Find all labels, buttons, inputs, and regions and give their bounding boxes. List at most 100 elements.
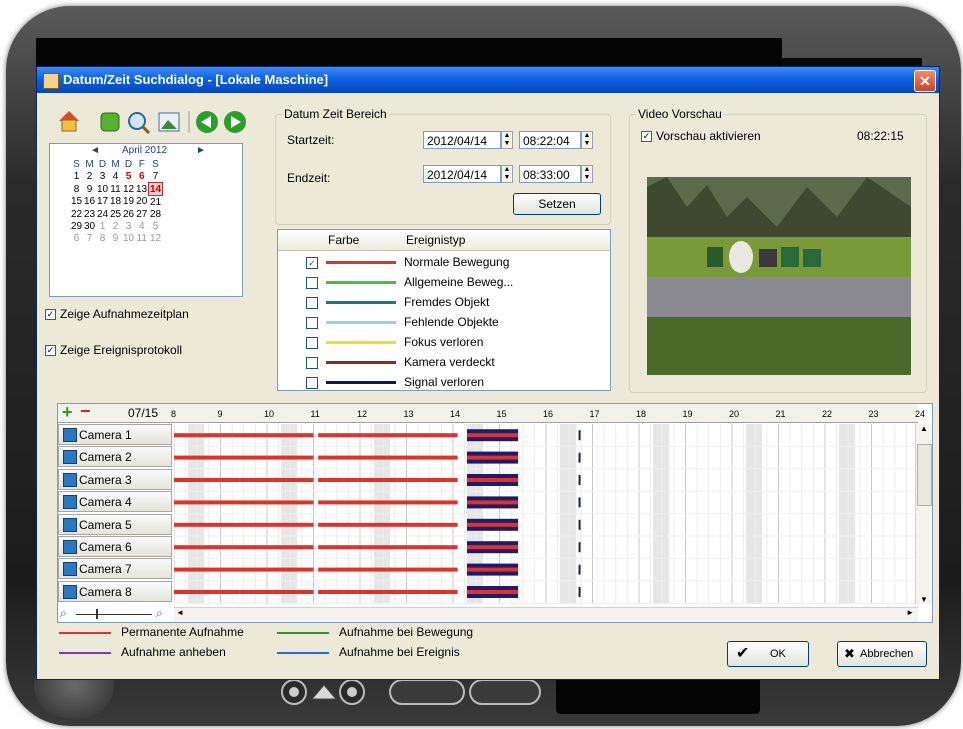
camera-row-label[interactable]: Camera 1 [58,424,172,445]
end-date-spinner[interactable]: ▲ ▼ [501,165,513,183]
calendar-day[interactable]: 2 [83,170,96,183]
calendar-day[interactable]: 24 [96,208,109,220]
calendar-day[interactable]: 15 [70,196,83,209]
calendar-day[interactable]: 17 [96,196,109,209]
calendar-day[interactable]: 18 [109,196,122,209]
calendar-day[interactable]: 21 [149,196,163,209]
calendar-day[interactable]: 11 [135,232,149,244]
set-button[interactable]: Setzen [513,193,601,215]
calendar-day[interactable]: 22 [70,208,83,220]
event-checkbox[interactable]: ✓ [306,257,318,269]
calendar-day[interactable]: 9 [109,232,122,244]
calendar-day[interactable]: 26 [122,208,135,220]
show-eventlog-checkbox[interactable]: ✓ Zeige Ereignisprotokoll [45,343,182,357]
camera-row-label[interactable]: Camera 6 [58,536,172,557]
calendar-day[interactable]: 11 [109,183,122,196]
calendar-day[interactable]: 5 [122,170,135,183]
calendar-day[interactable]: 9 [83,183,96,196]
camera-row-label[interactable]: Camera 2 [58,446,172,468]
calendar-prev-button[interactable]: ◄ [90,145,100,156]
calendar-day[interactable]: 7 [149,170,163,183]
camera-row-label[interactable]: Camera 8 [58,580,172,602]
forward-icon[interactable] [224,111,246,133]
vertical-scroll-thumb[interactable] [917,444,932,506]
zoom-track[interactable] [76,614,152,615]
event-checkbox[interactable] [306,317,318,329]
zoom-thumb[interactable] [96,609,98,619]
calendar-day[interactable]: 12 [149,232,163,244]
calendar-next-button[interactable]: ► [196,145,206,156]
end-time-spinner[interactable]: ▲ ▼ [581,165,593,183]
event-type-row[interactable]: ✓ Normale Bewegung [278,252,610,272]
event-checkbox[interactable] [306,337,318,349]
calendar-day[interactable]: 25 [109,208,122,220]
calendar-day[interactable]: 13 [135,183,149,196]
event-checkbox[interactable] [306,297,318,309]
image-icon[interactable] [158,112,180,132]
calendar-day[interactable]: 6 [70,232,83,244]
calendar-day[interactable]: 12 [122,183,135,196]
start-time-spinner[interactable]: ▲ ▼ [581,131,593,149]
scroll-up-button[interactable]: ▲ [916,424,932,433]
calendar-day[interactable]: 27 [135,208,149,220]
event-checkbox[interactable] [306,377,318,389]
event-type-row[interactable]: Kamera verdeckt [278,352,610,372]
zoom-slider[interactable]: ⌕ ⌕ [60,606,172,622]
calendar-day[interactable]: 7 [83,232,96,244]
start-time-field[interactable]: 08:22:04 [519,131,581,149]
add-camera-button[interactable]: + [62,402,73,423]
calendar-day[interactable]: 20 [135,196,149,209]
calendar-day[interactable]: 1 [96,220,109,232]
camera-row-label[interactable]: Camera 4 [58,491,172,513]
back-icon[interactable] [196,111,218,133]
calendar-day[interactable]: 2 [109,220,122,232]
timeline-horizontal-scrollbar[interactable]: ◄ ► [174,607,918,622]
camera-row-label[interactable]: Camera 3 [58,468,172,490]
calendar-day[interactable]: 10 [96,183,109,196]
calendar-day[interactable]: 6 [135,170,149,183]
calendar-day[interactable]: 19 [122,196,135,209]
calendar-day[interactable]: 4 [109,170,122,183]
calendar-day[interactable]: 10 [122,232,135,244]
zoom-out-icon[interactable]: ⌕ [60,606,67,621]
calendar-day[interactable]: 23 [83,208,96,220]
cancel-button[interactable]: ✖ Abbrechen [837,641,927,667]
calendar-day[interactable]: 14 [148,182,163,196]
ok-button[interactable]: ✔ OK [727,641,809,667]
event-type-row[interactable]: Fehlende Objekte [278,312,610,332]
end-time-field[interactable]: 08:33:00 [519,165,581,183]
puzzle-icon[interactable] [100,112,120,132]
event-type-row[interactable]: Allgemeine Beweg... [278,272,610,292]
event-type-row[interactable]: Fokus verloren [278,332,610,352]
calendar-day[interactable]: 3 [122,220,135,232]
event-checkbox[interactable] [306,277,318,289]
volume-pill-icon[interactable] [389,679,465,705]
event-type-row[interactable]: Fremdes Objekt [278,292,610,312]
scroll-left-button[interactable]: ◄ [176,608,184,617]
calendar-day[interactable]: 4 [135,220,149,232]
search-icon[interactable] [128,112,151,135]
event-checkbox[interactable] [306,357,318,369]
scroll-right-button[interactable]: ► [906,608,914,617]
zoom-pill-icon[interactable] [469,679,541,705]
calendar-day[interactable]: 8 [70,183,83,196]
calendar-day[interactable]: 5 [149,220,163,232]
start-date-field[interactable]: 2012/04/14 [423,131,501,149]
calendar-day[interactable]: 16 [83,196,96,209]
show-schedule-checkbox[interactable]: ✓ Zeige Aufnahmezeitplan [45,307,189,321]
calendar-day[interactable]: 3 [96,170,109,183]
timeline-vertical-scrollbar[interactable]: ▲ ▼ [915,424,932,604]
start-date-spinner[interactable]: ▲ ▼ [501,131,513,149]
calendar-day[interactable]: 30 [83,220,96,232]
zoom-in-icon[interactable]: ⌕ [156,606,163,621]
calendar-day[interactable]: 28 [149,208,163,220]
end-date-field[interactable]: 2012/04/14 [423,165,501,183]
eject-button-icon[interactable] [310,684,338,700]
calendar-day[interactable]: 29 [70,220,83,232]
close-button[interactable]: ✕ [914,70,936,92]
calendar-day[interactable]: 1 [70,170,83,183]
home-icon[interactable] [59,111,79,132]
event-type-row[interactable]: Signal verloren [278,372,610,392]
camera-row-label[interactable]: Camera 5 [58,513,172,535]
camera-row-label[interactable]: Camera 7 [58,558,172,580]
